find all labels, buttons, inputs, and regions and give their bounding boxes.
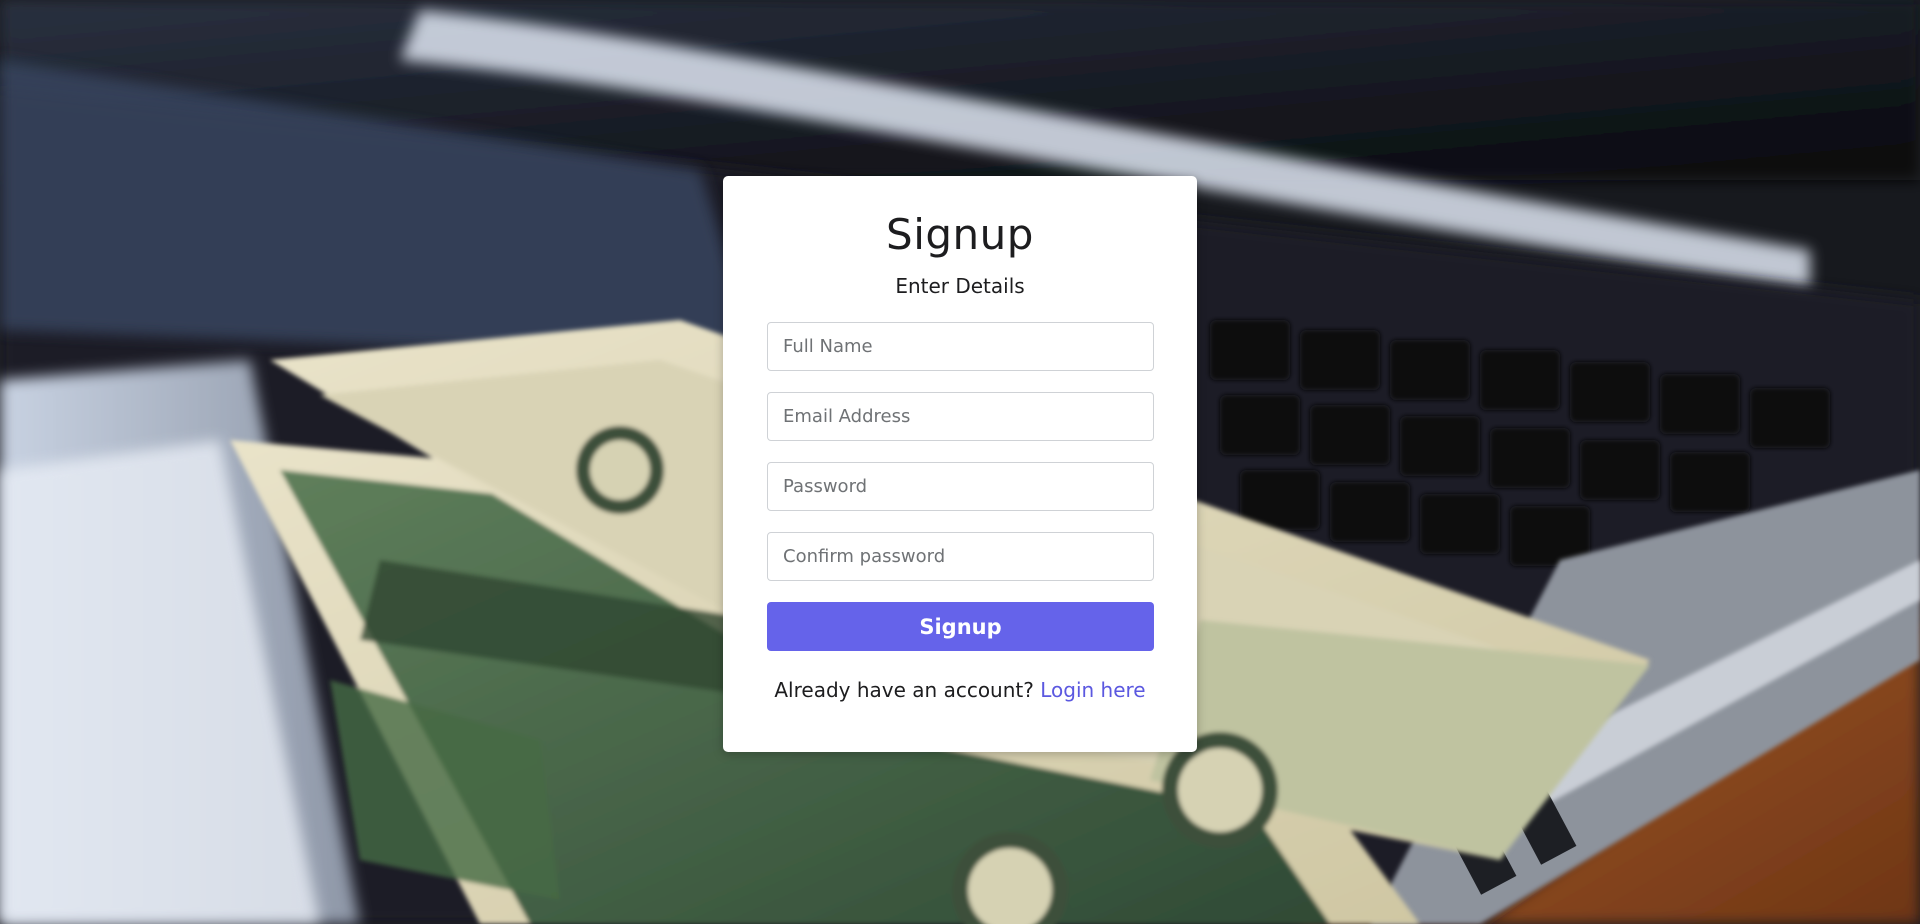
login-prompt: Already have an account? Login here (723, 678, 1197, 702)
signup-button[interactable]: Signup (767, 602, 1154, 651)
confirm-password-input[interactable] (767, 532, 1154, 581)
login-prompt-text: Already have an account? (774, 678, 1034, 702)
password-input[interactable] (767, 462, 1154, 511)
signup-card: Signup Enter Details Signup Already have… (723, 176, 1197, 752)
login-link[interactable]: Login here (1040, 678, 1145, 702)
page-title: Signup (886, 210, 1034, 259)
email-input[interactable] (767, 392, 1154, 441)
full-name-input[interactable] (767, 322, 1154, 371)
page-subtitle: Enter Details (895, 274, 1025, 298)
